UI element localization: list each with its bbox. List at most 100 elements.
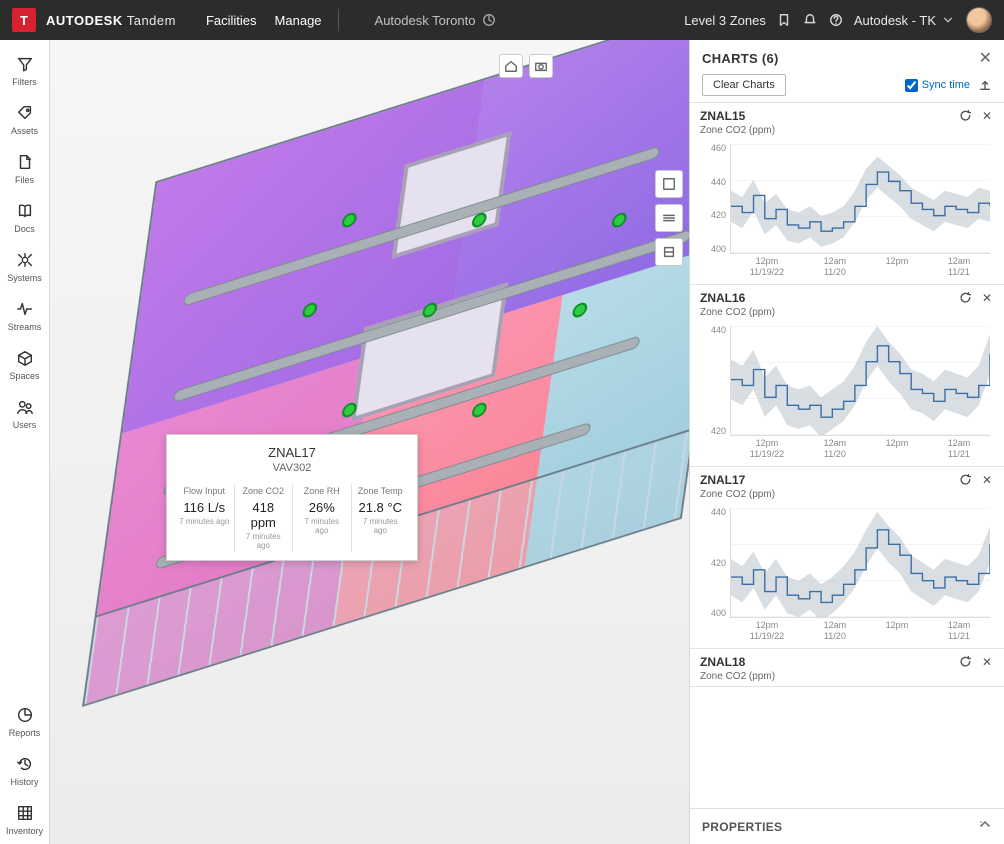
- tag-icon: [15, 103, 35, 123]
- building-model: [51, 60, 689, 804]
- sidebar-item-files[interactable]: Files: [0, 144, 49, 193]
- topnav: Facilities Manage: [206, 13, 322, 28]
- refresh-icon[interactable]: [958, 473, 972, 487]
- brand-logo: T: [12, 8, 36, 32]
- sidebar-item-streams[interactable]: Streams: [0, 291, 49, 340]
- user-name: Autodesk - TK: [854, 13, 936, 28]
- y-axis: 440420400: [700, 508, 730, 618]
- grid-icon: [15, 803, 35, 823]
- divider: [338, 9, 339, 31]
- tooltip-metric: Zone RH 26% 7 minutes ago: [292, 484, 351, 552]
- sidebar-label: History: [10, 777, 38, 787]
- sidebar-item-systems[interactable]: Systems: [0, 242, 49, 291]
- charts-panel-title: CHARTS (6): [702, 51, 779, 66]
- close-chart-icon[interactable]: ✕: [980, 655, 994, 669]
- levels-button[interactable]: [655, 204, 683, 232]
- sidebar-item-filters[interactable]: Filters: [0, 46, 49, 95]
- chart-title: ZNAL15: [700, 109, 745, 123]
- sidebar-label: Inventory: [6, 826, 43, 836]
- export-icon[interactable]: [978, 78, 992, 92]
- sidebar-item-spaces[interactable]: Spaces: [0, 340, 49, 389]
- charts-scroll[interactable]: ZNAL15 ✕ Zone CO2 (ppm) 46044042040012pm11/…: [690, 103, 1004, 808]
- chart-title: ZNAL18: [700, 655, 745, 669]
- camera-button[interactable]: [529, 54, 553, 78]
- sidebar-item-assets[interactable]: Assets: [0, 95, 49, 144]
- x-axis: 12pm11/19/2212am11/2012pm12am11/21: [730, 438, 990, 462]
- status-link[interactable]: Level 3 Zones: [684, 13, 766, 28]
- properties-title: PROPERTIES: [702, 820, 782, 834]
- chart-subtitle: Zone CO2 (ppm): [700, 489, 994, 500]
- facility-name[interactable]: Autodesk Toronto: [375, 12, 498, 28]
- metric-value: 418 ppm: [239, 500, 289, 530]
- sync-time-input[interactable]: [905, 79, 918, 92]
- users-icon: [15, 397, 35, 417]
- cube-icon: [15, 348, 35, 368]
- close-chart-icon[interactable]: ✕: [980, 473, 994, 487]
- sidebar-label: Systems: [7, 273, 42, 283]
- tooltip-metric: Zone Temp 21.8 °C 7 minutes ago: [351, 484, 410, 552]
- sidebar-item-history[interactable]: History: [0, 746, 49, 795]
- floor-plate: [82, 40, 689, 707]
- nav-facilities[interactable]: Facilities: [206, 13, 257, 28]
- sync-time-checkbox[interactable]: Sync time: [905, 79, 970, 92]
- tooltip-metric: Flow Input 116 L/s 7 minutes ago: [175, 484, 234, 552]
- tooltip-title: ZNAL17: [175, 445, 409, 460]
- metric-value: 21.8 °C: [356, 500, 406, 515]
- properties-header[interactable]: PROPERTIES: [690, 808, 1004, 844]
- user-menu[interactable]: Autodesk - TK: [854, 12, 956, 28]
- collapse-icon[interactable]: [978, 817, 992, 836]
- chart-subtitle: Zone CO2 (ppm): [700, 307, 994, 318]
- x-axis: 12pm11/19/2212am11/2012pm12am11/21: [730, 620, 990, 644]
- chart-title: ZNAL16: [700, 291, 745, 305]
- sidebar-label: Users: [13, 420, 37, 430]
- sidebar-item-docs[interactable]: Docs: [0, 193, 49, 242]
- topbar: T AUTODESK Tandem Facilities Manage Auto…: [0, 0, 1004, 40]
- close-icon[interactable]: ✕: [979, 48, 992, 68]
- metric-value: 26%: [297, 500, 347, 515]
- activity-icon: [15, 299, 35, 319]
- zone-tooltip-card: ZNAL17 VAV302 Flow Input 116 L/s 7 minut…: [166, 434, 418, 561]
- sidebar-label: Docs: [14, 224, 35, 234]
- chevron-down-icon: [940, 12, 956, 28]
- chart-area[interactable]: 46044042040012pm11/19/2212am11/2012pm12a…: [700, 140, 994, 280]
- close-chart-icon[interactable]: ✕: [980, 291, 994, 305]
- metric-label: Zone CO2: [239, 486, 289, 496]
- metric-value: 116 L/s: [179, 500, 230, 515]
- fit-view-button[interactable]: [655, 170, 683, 198]
- refresh-icon[interactable]: [958, 655, 972, 669]
- sync-time-label: Sync time: [922, 79, 970, 91]
- metric-time: 7 minutes ago: [356, 517, 406, 535]
- tooltip-metric: Zone CO2 418 ppm 7 minutes ago: [234, 484, 293, 552]
- sidebar-item-users[interactable]: Users: [0, 389, 49, 438]
- chart-block: ZNAL17✕Zone CO2 (ppm)44042040012pm11/19/…: [690, 467, 1004, 649]
- chart-area[interactable]: 44042040012pm11/19/2212am11/2012pm12am11…: [700, 504, 994, 644]
- clear-charts-button[interactable]: Clear Charts: [702, 74, 786, 96]
- metric-time: 7 minutes ago: [239, 532, 289, 550]
- view-tools: [499, 54, 553, 78]
- home-view-button[interactable]: [499, 54, 523, 78]
- facility-label: Autodesk Toronto: [375, 13, 476, 28]
- chart-block: ZNAL16 ✕ Zone CO2 (ppm) 44042012pm11/19/221…: [690, 285, 1004, 467]
- clock-icon: [481, 12, 497, 28]
- sidebar-item-reports[interactable]: Reports: [0, 697, 49, 746]
- y-axis: 440420: [700, 326, 730, 436]
- close-chart-icon[interactable]: ✕: [980, 109, 994, 123]
- avatar[interactable]: [966, 7, 992, 33]
- brand-text: AUTODESK: [46, 13, 123, 28]
- refresh-icon[interactable]: [958, 109, 972, 123]
- chart-block: ZNAL15✕Zone CO2 (ppm)46044042040012pm11/…: [690, 103, 1004, 285]
- bell-icon[interactable]: [802, 12, 818, 28]
- brand-name: AUTODESK Tandem: [46, 13, 176, 28]
- x-axis: 12pm11/19/2212am11/2012pm12am11/21: [730, 256, 990, 280]
- viewport-3d[interactable]: ZNAL17 VAV302 Flow Input 116 L/s 7 minut…: [50, 40, 689, 844]
- metric-label: Zone Temp: [356, 486, 406, 496]
- section-button[interactable]: [655, 238, 683, 266]
- file-icon: [15, 152, 35, 172]
- nav-manage[interactable]: Manage: [275, 13, 322, 28]
- metric-label: Zone RH: [297, 486, 347, 496]
- chart-area[interactable]: 44042012pm11/19/2212am11/2012pm12am11/21: [700, 322, 994, 462]
- help-icon[interactable]: [828, 12, 844, 28]
- sidebar-item-inventory[interactable]: Inventory: [0, 795, 49, 844]
- refresh-icon[interactable]: [958, 291, 972, 305]
- bookmark-icon[interactable]: [776, 12, 792, 28]
